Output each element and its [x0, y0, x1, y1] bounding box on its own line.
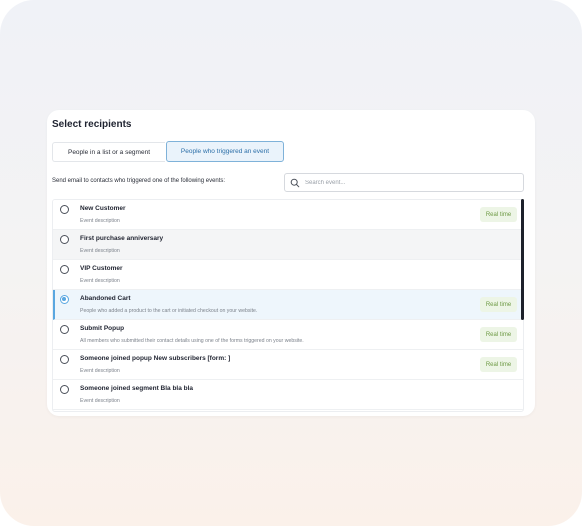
event-description: Event description [80, 368, 120, 374]
event-title: Abandoned Cart [80, 295, 131, 302]
event-description: Event description [80, 398, 120, 404]
search-event-input[interactable] [305, 179, 505, 186]
radio-button[interactable] [60, 355, 69, 364]
event-row-joined-segment[interactable]: Someone joined segment Bla bla bla Event… [53, 380, 523, 410]
real-time-badge: Real time [480, 357, 517, 372]
panel-title: Select recipients [52, 119, 132, 130]
radio-button[interactable] [60, 205, 69, 214]
radio-button[interactable] [60, 235, 69, 244]
radio-button[interactable] [60, 265, 69, 274]
radio-button-selected[interactable] [60, 295, 69, 304]
event-title: Someone joined segment Bla bla bla [80, 385, 194, 392]
event-description: Event description [80, 278, 120, 284]
event-title: New Customer [80, 205, 126, 212]
event-title: Submit Popup [80, 325, 125, 332]
tab-triggered-event[interactable]: People who triggered an event [166, 141, 284, 162]
real-time-badge: Real time [480, 297, 517, 312]
event-row-new-customer[interactable]: New Customer Event description Real time [53, 200, 523, 230]
page-backdrop: Select recipients People in a list or a … [0, 0, 582, 526]
search-event-field[interactable] [284, 173, 524, 192]
event-title: VIP Customer [80, 265, 123, 272]
real-time-badge: Real time [480, 207, 517, 222]
event-title: Someone joined popup New subscribers [fo… [80, 355, 231, 362]
event-row-vip-customer[interactable]: VIP Customer Event description [53, 260, 523, 290]
event-row-joined-popup[interactable]: Someone joined popup New subscribers [fo… [53, 350, 523, 380]
event-description: Event description [80, 248, 120, 254]
radio-button[interactable] [60, 325, 69, 334]
event-row-abandoned-cart[interactable]: Abandoned Cart People who added a produc… [53, 290, 523, 320]
search-icon [290, 178, 300, 187]
event-description: All members who submitted their contact … [80, 338, 304, 344]
events-prompt: Send email to contacts who triggered one… [52, 178, 226, 184]
radio-button[interactable] [60, 385, 69, 394]
event-description: Event description [80, 218, 120, 224]
event-row-submit-popup[interactable]: Submit Popup All members who submitted t… [53, 320, 523, 350]
event-list: New Customer Event description Real time… [52, 199, 524, 412]
event-title: First purchase anniversary [80, 235, 164, 242]
event-row-first-purchase-anniversary[interactable]: First purchase anniversary Event descrip… [53, 230, 523, 260]
real-time-badge: Real time [480, 327, 517, 342]
tab-list-or-segment[interactable]: People in a list or a segment [52, 142, 165, 162]
select-recipients-panel: Select recipients People in a list or a … [47, 110, 535, 416]
list-scrollbar[interactable] [521, 199, 524, 320]
event-description: People who added a product to the cart o… [80, 308, 258, 314]
